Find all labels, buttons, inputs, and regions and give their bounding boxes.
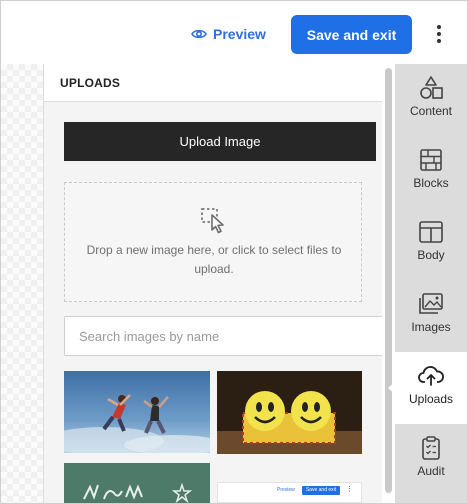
more-options-icon[interactable] bbox=[429, 21, 449, 47]
email-editor-window: Preview Save and exit UPLOADS Upload Ima… bbox=[0, 0, 468, 504]
layout-icon bbox=[419, 221, 443, 243]
dropzone-text: Drop a new image here, or click to selec… bbox=[86, 243, 342, 276]
top-toolbar: Preview Save and exit bbox=[1, 1, 467, 65]
image-gallery-icon bbox=[419, 293, 443, 314]
image-thumbnail[interactable] bbox=[217, 371, 362, 454]
right-sidebar-nav: Content Blocks Body Images Uploads Audit bbox=[388, 64, 467, 503]
select-cursor-icon bbox=[201, 208, 224, 234]
scrollbar-thumb[interactable] bbox=[385, 68, 392, 493]
nav-item-images[interactable]: Images bbox=[395, 280, 467, 352]
nav-item-content[interactable]: Content bbox=[395, 64, 467, 136]
nav-label: Images bbox=[411, 320, 451, 334]
brick-wall-icon bbox=[420, 149, 442, 171]
chalkboard-image bbox=[64, 463, 210, 503]
panel-title: UPLOADS bbox=[60, 76, 121, 90]
thumbnail-kebab: ⋮ bbox=[346, 486, 353, 493]
cloud-upload-icon bbox=[418, 366, 444, 386]
nav-item-audit[interactable]: Audit bbox=[395, 424, 467, 496]
design-canvas[interactable] bbox=[1, 64, 43, 503]
thumbnail-save-label: Save and exit bbox=[302, 486, 340, 495]
image-dropzone[interactable]: Drop a new image here, or click to selec… bbox=[64, 182, 362, 302]
eye-icon bbox=[191, 29, 207, 39]
nav-label: Body bbox=[417, 248, 445, 262]
nav-item-body[interactable]: Body bbox=[395, 208, 467, 280]
jumping-people-image bbox=[64, 371, 210, 453]
upload-image-button[interactable]: Upload Image bbox=[64, 122, 376, 161]
search-images-input[interactable] bbox=[64, 316, 390, 356]
panel-header: UPLOADS bbox=[44, 64, 383, 102]
shapes-icon bbox=[420, 76, 443, 99]
thumbnail-preview-label: Preview bbox=[277, 487, 295, 493]
nav-label: Blocks bbox=[413, 176, 449, 190]
image-thumbnail[interactable]: Preview Save and exit ⋮ bbox=[217, 482, 362, 503]
nav-label: Content bbox=[409, 104, 453, 118]
active-tab-pointer bbox=[388, 382, 395, 394]
preview-label: Preview bbox=[213, 26, 266, 42]
nav-item-uploads[interactable]: Uploads bbox=[388, 352, 467, 424]
panel-scrollbar[interactable] bbox=[382, 64, 395, 503]
preview-button[interactable]: Preview bbox=[191, 23, 266, 45]
save-and-exit-button[interactable]: Save and exit bbox=[291, 15, 412, 54]
nav-item-blocks[interactable]: Blocks bbox=[395, 136, 467, 208]
smiley-balls-image bbox=[217, 371, 362, 454]
nav-label: Audit bbox=[417, 464, 445, 478]
image-thumbnail[interactable] bbox=[64, 463, 210, 503]
clipboard-check-icon bbox=[422, 436, 440, 460]
image-thumbnail[interactable] bbox=[64, 371, 210, 453]
uploads-panel: UPLOADS Upload Image Drop a new image he… bbox=[43, 64, 390, 503]
nav-label: Uploads bbox=[408, 392, 454, 406]
